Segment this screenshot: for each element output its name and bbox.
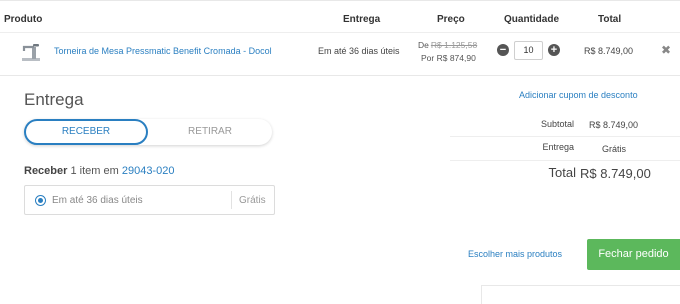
more-products-link[interactable]: Escolher mais produtos <box>468 249 562 259</box>
product-thumbnail[interactable] <box>20 41 42 63</box>
summary-total-value: R$ 8.749,00 <box>580 166 651 181</box>
summary-shipping-value: Grátis <box>602 144 627 154</box>
shipping-option[interactable]: Em até 36 dias úteis Grátis <box>24 185 275 215</box>
shipping-estimate: Em até 36 dias úteis <box>318 46 400 56</box>
checkout-button[interactable]: Fechar pedido <box>587 239 680 270</box>
row-divider <box>0 32 680 33</box>
option-divider <box>231 191 232 209</box>
summary-total-label: Total <box>548 165 576 180</box>
receive-summary: Receber 1 item em 29043-020 <box>24 165 174 177</box>
zip-code-link[interactable]: 29043-020 <box>122 165 175 177</box>
add-coupon-link[interactable]: Adicionar cupom de desconto <box>519 90 638 100</box>
quantity-input[interactable]: 10 <box>514 41 543 60</box>
price-from-value: R$ 1.125,58 <box>430 40 478 50</box>
price-to: Por R$ 874,90 <box>421 53 476 63</box>
header-preco: Preço <box>437 14 465 25</box>
header-total: Total <box>598 14 622 25</box>
shipping-option-label: Em até 36 dias úteis <box>52 195 143 206</box>
product-name-link[interactable]: Torneira de Mesa Pressmatic Benefit Crom… <box>54 46 272 56</box>
shipping-title: Entrega <box>24 90 84 109</box>
tab-receber[interactable]: RECEBER <box>24 119 148 145</box>
footer-box <box>481 285 680 304</box>
quantity-plus-button[interactable]: + <box>548 44 560 56</box>
quantity-minus-button[interactable]: − <box>497 44 509 56</box>
subtotal-label: Subtotal <box>540 119 574 129</box>
shipping-option-price: Grátis <box>239 195 266 206</box>
tab-retirar[interactable]: RETIRAR <box>148 119 272 145</box>
delivery-mode-toggle: RECEBER RETIRAR <box>24 119 272 145</box>
header-entrega: Entrega <box>343 14 381 25</box>
remove-item-icon[interactable]: ✖ <box>661 43 671 57</box>
radio-selected-icon[interactable] <box>35 195 46 206</box>
row-total: R$ 8.749,00 <box>584 46 634 56</box>
price-from: De R$ 1.125,58 <box>418 40 477 50</box>
header-produto: Produto <box>4 14 43 25</box>
summary-divider <box>450 160 680 161</box>
receive-label: Receber <box>24 165 68 177</box>
price-from-label: De <box>418 40 429 50</box>
summary-shipping-label: Entrega <box>542 142 574 152</box>
receive-text: 1 item em <box>70 165 119 177</box>
header-quantidade: Quantidade <box>504 14 560 25</box>
cart-table: Produto Entrega Preço Quantidade Total T… <box>0 0 680 76</box>
summary-divider <box>450 136 680 137</box>
subtotal-value: R$ 8.749,00 <box>589 120 639 130</box>
